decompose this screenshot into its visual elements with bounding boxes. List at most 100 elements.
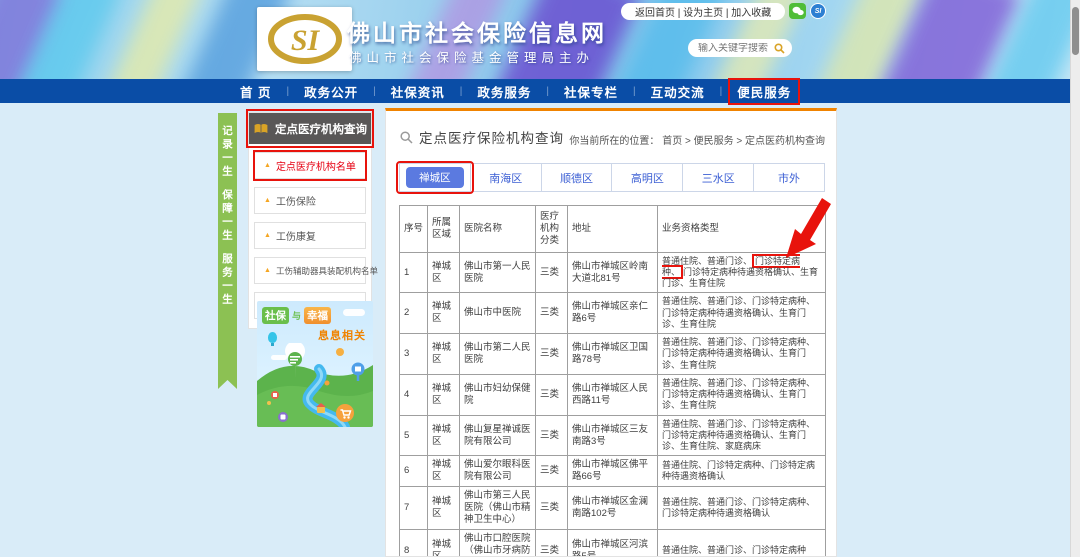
breadcrumb[interactable]: 你当前所在的位置： 首页 > 便民服务 > 定点医药机构查询 — [569, 132, 825, 147]
column-header: 医疗机构分类 — [535, 205, 568, 253]
table-row: 1 禅城区 佛山市第一人民医院 三类 佛山市禅城区岭南大道北81号 普通住院、普通门诊、门… — [399, 251, 826, 294]
cell-business-types: 普通住院、普通门诊、门诊特定病种 — [657, 528, 826, 556]
cell-region: 禅城区 — [427, 251, 460, 294]
cell-no: 5 — [399, 414, 428, 457]
cell-no: 1 — [399, 251, 428, 294]
table-row: 8禅城区佛山市口腔医院（佛山市牙病防治指导中心）三类佛山市禅城区河滨路5号普通住… — [399, 528, 826, 556]
cell-category: 三类 — [535, 486, 568, 530]
sidebar-item-0[interactable]: ▲ 定点医疗机构名单 — [253, 150, 367, 181]
sidebar-item-label: 工伤康复 — [275, 232, 316, 243]
table-row: 6 禅城区 佛山爱尔眼科医院有限公司 三类 佛山市禅城区佛平路66号 普通住院、门诊特定病… — [399, 455, 826, 488]
nav-item-0[interactable]: 首 页 — [240, 82, 271, 101]
table-header: 序号 所属区域 医院名称 医疗机构分类 地址 业务资格类型 — [399, 205, 826, 253]
tab-南海区[interactable]: 南海区 — [471, 164, 542, 191]
sidebar-item-2[interactable]: ▲ 工伤康复 — [254, 222, 366, 249]
district-tabs: 禅城区 南海区 顺德区 高明区 三水区 市外 — [396, 161, 825, 194]
cell-business-types: 普通住院、普通门诊、门诊特定病种、门诊特定病种待遇资格确认、生育门诊、生育住院、… — [657, 414, 826, 457]
cell-no: 4 — [399, 373, 428, 416]
cell-category: 三类 — [535, 455, 568, 488]
sidebar-header[interactable]: 定点医疗机构查询 — [246, 109, 374, 148]
cell-hospital-name: 佛山复星禅诚医院有限公司 — [459, 414, 536, 457]
cell-address: 佛山市禅城区卫国路78号 — [567, 333, 658, 375]
cell-region: 禅城区 — [427, 414, 460, 457]
promo-illustration — [257, 343, 373, 427]
cloud-decoration — [343, 309, 365, 316]
cell-region: 禅城区 — [427, 455, 460, 488]
cell-region: 禅城区 — [427, 528, 460, 556]
cell-category: 三类 — [535, 414, 568, 457]
cell-address: 佛山市禅城区人民西路11号 — [567, 373, 658, 416]
table-row: 2 禅城区 佛山市中医院 三类 佛山市禅城区亲仁路6号 普通住院、普通门诊、门诊特定病种、… — [399, 292, 826, 335]
sidebar-item-label: 工伤辅助器具装配机构名单 — [275, 265, 378, 276]
nav-item-3[interactable]: 政务服务 — [477, 82, 531, 101]
search-icon[interactable] — [774, 42, 785, 54]
search-input[interactable] — [698, 42, 774, 54]
nav-separator: | — [546, 85, 549, 97]
cell-business-types: 普通住院、普通门诊、门诊特定病种、门诊特定病种待遇资格确认、生育门诊、生育住院 — [657, 373, 826, 416]
cell-address: 佛山市禅城区岭南大道北81号 — [567, 251, 658, 294]
cell-hospital-name: 佛山市口腔医院（佛山市牙病防治指导中心） — [459, 528, 536, 556]
sidebar-item-label: 定点医疗机构名单 — [275, 162, 356, 173]
main-panel: 定点医疗保险机构查询 你当前所在的位置： 首页 > 便民服务 > 定点医药机构查… — [385, 108, 837, 557]
sidebar-header-label: 定点医疗机构查询 — [275, 123, 367, 136]
table-row: 4 禅城区 佛山市妇幼保健院 三类 佛山市禅城区人民西路11号 普通住院、普通门诊、门诊特… — [399, 373, 826, 416]
nav-item-1[interactable]: 政务公开 — [304, 82, 358, 101]
nav-separator: | — [719, 85, 723, 97]
cell-hospital-name: 佛山市第二人民医院 — [459, 333, 536, 375]
table-header-row: 序号 所属区域 医院名称 医疗机构分类 地址 业务资格类型 — [399, 205, 826, 253]
cell-no: 6 — [399, 455, 428, 488]
nav-item-4[interactable]: 社保专栏 — [564, 82, 618, 101]
wechat-icon[interactable] — [789, 3, 806, 19]
tab-顺德区[interactable]: 顺德区 — [542, 164, 613, 191]
cell-address: 佛山市禅城区三友南路3号 — [567, 414, 658, 457]
cell-region: 禅城区 — [427, 292, 460, 335]
promo-conjunction: 与 — [292, 311, 302, 321]
balloon-illustration — [268, 332, 277, 346]
nav-item-2[interactable]: 社保资讯 — [391, 82, 445, 101]
sidebar-item-3[interactable]: ▲ 工伤辅助器具装配机构名单 — [254, 257, 378, 284]
cell-business-types: 普通住院、普通门诊、门诊特定病种、门诊特定病种待遇资格确认、生育门诊、生育住院 — [657, 292, 826, 335]
active-tab-button[interactable]: 禅城区 — [396, 161, 474, 194]
nav-bar-items: 首 页 | 政务公开 | 社保资讯 | 政务服务 | 社保专栏 | 互动交流 | 便民服务 — [240, 77, 801, 105]
cell-no: 7 — [399, 486, 428, 530]
triangle-bullet-icon: ▲ — [264, 162, 271, 169]
sidebar-item-1[interactable]: ▲ 工伤保险 — [254, 187, 366, 214]
scrollbar-thumb[interactable] — [1072, 7, 1079, 55]
cell-no: 2 — [399, 292, 428, 335]
nav-item-6[interactable]: 便民服务 — [728, 77, 801, 105]
nav-separator: | — [286, 85, 290, 97]
cell-address: 佛山市禅城区亲仁路6号 — [567, 292, 658, 335]
cell-address: 佛山市禅城区佛平路66号 — [567, 455, 658, 488]
table-row: 3 禅城区 佛山市第二人民医院 三类 佛山市禅城区卫国路78号 普通住院、普通门诊、门诊特… — [399, 333, 826, 375]
quick-links[interactable]: 返回首页 | 设为主页 | 加入收藏 — [621, 3, 786, 20]
cell-category: 三类 — [535, 292, 568, 335]
promo-subtitle: 息息相关 — [318, 330, 366, 342]
cell-category: 三类 — [535, 251, 568, 294]
cell-business-types: 普通住院、普通门诊、门诊特定病种、门诊特定病种待遇资格确认、生育门诊、生育住院 — [657, 333, 826, 375]
nav-separator: | — [632, 85, 636, 97]
annotation-arrow — [786, 198, 831, 258]
ribbon-segment: 记录一生 — [221, 125, 233, 179]
cell-category: 三类 — [535, 528, 568, 556]
cell-category: 三类 — [535, 373, 568, 416]
cell-hospital-name: 佛山市中医院 — [459, 292, 536, 335]
book-icon — [254, 123, 268, 133]
institutions-table: 序号 所属区域 医院名称 医疗机构分类 地址 业务资格类型 1 禅城区 佛山市第一人民医院 三类… — [399, 205, 826, 556]
cell-hospital-name: 佛山市第一人民医院 — [459, 251, 536, 294]
search-box[interactable] — [688, 39, 792, 57]
cell-hospital-name: 佛山市第三人民医院（佛山市精神卫生中心） — [459, 486, 536, 530]
cell-category: 三类 — [535, 333, 568, 375]
promo-banner[interactable]: 社保 与 幸福 息息相关 — [257, 301, 373, 427]
column-header: 序号 — [399, 205, 428, 253]
banner-decoration — [101, 0, 204, 79]
triangle-bullet-icon: ▲ — [264, 267, 271, 274]
si-badge-icon[interactable]: SI — [810, 3, 826, 19]
tab-市外[interactable]: 市外 — [754, 164, 824, 191]
nav-item-5[interactable]: 互动交流 — [651, 82, 705, 101]
cell-address: 佛山市禅城区金澜南路102号 — [567, 486, 658, 530]
tab-禅城区[interactable]: 禅城区 — [396, 161, 474, 194]
tab-高明区[interactable]: 高明区 — [612, 164, 684, 191]
tab-三水区[interactable]: 三水区 — [683, 164, 755, 191]
promo-tag-xingfu: 幸福 — [304, 307, 332, 324]
browser-scrollbar[interactable] — [1070, 0, 1080, 557]
